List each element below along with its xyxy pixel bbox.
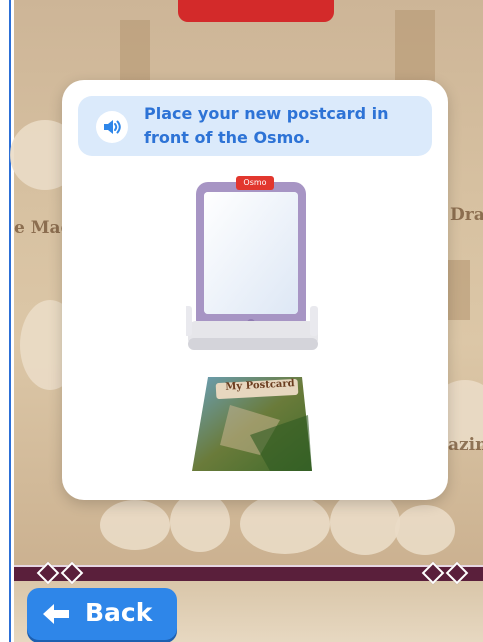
back-button[interactable]: Back (27, 588, 177, 640)
prompt-text-line-2: front of the Osmo. (144, 128, 311, 147)
top-banner-tab (178, 0, 334, 22)
background-cloud (395, 505, 455, 555)
background-cloud (170, 492, 230, 552)
left-edge-strip (0, 0, 14, 642)
prompt-text-line-1: Place your new postcard in (144, 104, 389, 123)
background-tower (395, 10, 435, 90)
background-cloud (240, 494, 330, 554)
postcard-illustration: My Postcard (190, 375, 320, 475)
background-cloud (100, 500, 170, 550)
instruction-prompt: Place your new postcard in front of the … (78, 96, 432, 156)
tablet-illustration: Osmo (184, 176, 336, 361)
background-side-word-right-bottom: azin (448, 435, 483, 455)
arrow-left-icon (41, 602, 71, 630)
back-button-label: Back (85, 598, 153, 627)
instruction-dialog: Place your new postcard in front of the … (62, 80, 448, 500)
background-side-word-right-top: Drag (450, 205, 483, 225)
osmo-reflector-tag: Osmo (236, 176, 274, 190)
speaker-icon[interactable] (96, 111, 128, 143)
